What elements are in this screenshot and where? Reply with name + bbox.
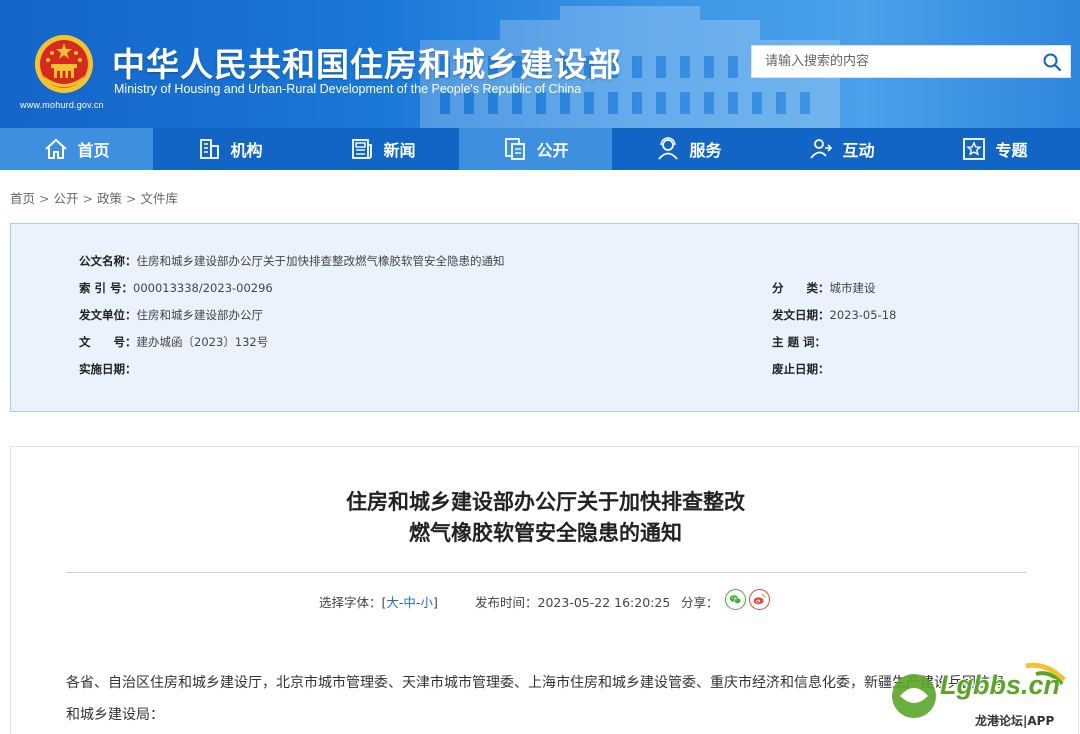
share-label: 分享：: [681, 595, 719, 610]
site-subtitle: Ministry of Housing and Urban-Rural Deve…: [114, 82, 582, 96]
nav-item-service[interactable]: 服务: [612, 128, 765, 170]
info-keywords: 主 题 词：: [772, 334, 826, 350]
nav-item-public[interactable]: 公开: [459, 128, 612, 170]
watermark-caption: 龙港论坛|APP: [975, 714, 1055, 728]
search-input[interactable]: [752, 46, 1032, 77]
info-value: 2023-05-18: [829, 308, 897, 322]
site-title[interactable]: 中华人民共和国住房和城乡建设部: [112, 38, 622, 86]
info-issuer: 发文单位：住房和城乡建设部办公厅: [79, 307, 263, 323]
font-size-label: 选择字体：[: [319, 595, 387, 610]
info-issue-date: 发文日期：2023-05-18: [772, 307, 896, 323]
divider: [66, 572, 1026, 573]
info-category: 分 类：城市建设: [772, 280, 876, 296]
nav-item-label: 首页: [77, 141, 110, 160]
info-label: 发文日期：: [772, 308, 830, 322]
breadcrumb-separator: >: [82, 191, 93, 206]
font-size-small-link[interactable]: 小: [420, 595, 433, 610]
nav-item-label: 机构: [230, 141, 263, 160]
info-value: 000013338/2023-00296: [133, 281, 273, 295]
main-nav: 首页 机构 新闻 公开 服务 互动 专题: [0, 128, 1080, 170]
nav-item-topics[interactable]: 专题: [918, 128, 1071, 170]
info-value: 城市建设: [829, 281, 876, 295]
article-title-line: 住房和城乡建设部办公厅关于加快排查整改: [346, 490, 745, 514]
info-index: 索 引 号：000013338/2023-00296: [79, 280, 273, 296]
nav-item-label: 服务: [689, 141, 722, 160]
info-value: 住房和城乡建设部办公厅: [136, 308, 264, 322]
info-label: 主 题 词：: [772, 335, 827, 349]
info-doc-number: 文 号：建办城函〔2023〕132号: [79, 334, 268, 350]
info-label: 发文单位：: [79, 308, 137, 322]
breadcrumb-public[interactable]: 公开: [54, 191, 79, 206]
info-label: 实施日期：: [79, 362, 137, 376]
info-label: 公文名称：: [79, 254, 137, 268]
news-icon: [352, 139, 373, 159]
wechat-share-icon[interactable]: [725, 589, 746, 610]
info-value: 建办城函〔2023〕132号: [136, 335, 269, 349]
info-label: 文 号：: [79, 335, 137, 349]
breadcrumb-policy[interactable]: 政策: [97, 191, 122, 206]
nav-item-home[interactable]: 首页: [0, 128, 153, 170]
publish-time-label: 发布时间：: [475, 595, 538, 610]
article-paragraph-line: 和城乡建设局：: [66, 707, 164, 723]
weibo-share-icon[interactable]: [749, 589, 770, 610]
article-title: 住房和城乡建设部办公厅关于加快排查整改 燃气橡胶软管安全隐患的通知: [11, 487, 1080, 549]
nav-item-label: 新闻: [383, 141, 416, 160]
interact-icon: [810, 139, 833, 159]
font-size-large-link[interactable]: 大: [386, 595, 399, 610]
service-icon: [658, 137, 679, 160]
building-icon: [200, 139, 220, 159]
breadcrumb-separator: >: [39, 191, 50, 206]
watermark-brand: Lgbbs.cn: [940, 670, 1060, 700]
font-size-bracket: ]: [432, 595, 438, 610]
breadcrumb-library[interactable]: 文件库: [141, 191, 179, 206]
info-label: 索 引 号：: [79, 281, 134, 295]
nav-item-label: 互动: [842, 141, 875, 160]
font-size-medium-link[interactable]: 中: [403, 595, 416, 610]
article-paragraph-line: 各省、自治区住房和城乡建设厅，北京市城市管理委、天津市城市管理委、上海市住房和城…: [66, 675, 1004, 691]
document-info-panel: 公文名称：住房和城乡建设部办公厅关于加快排查整改燃气橡胶软管安全隐患的通知 索 …: [10, 223, 1079, 412]
article-meta: 选择字体：[大-中-小] 发布时间：2023-05-22 16:20:25 分享…: [11, 589, 1080, 611]
article-body: 各省、自治区住房和城乡建设厅，北京市城市管理委、天津市城市管理委、上海市住房和城…: [66, 667, 1026, 731]
publish-time: 发布时间：2023-05-22 16:20:25: [475, 592, 670, 611]
nav-item-label: 专题: [995, 141, 1028, 160]
nav-item-label: 公开: [536, 141, 569, 160]
home-icon: [45, 138, 68, 159]
site-url: www.mohurd.gov.cn: [20, 100, 104, 110]
national-emblem-icon: [35, 35, 93, 93]
font-size-selector: 选择字体：[大-中-小]: [319, 592, 438, 611]
document-icon: [505, 138, 526, 160]
nav-item-news[interactable]: 新闻: [306, 128, 459, 170]
breadcrumb: 首页 > 公开 > 政策 > 文件库: [10, 188, 178, 207]
nav-item-organization[interactable]: 机构: [153, 128, 306, 170]
breadcrumb-home[interactable]: 首页: [10, 191, 35, 206]
search-box: [751, 45, 1071, 78]
article-title-line: 燃气橡胶软管安全隐患的通知: [409, 521, 682, 545]
site-header: www.mohurd.gov.cn 中华人民共和国住房和城乡建设部 Minist…: [0, 0, 1080, 128]
breadcrumb-separator: >: [126, 191, 137, 206]
info-label: 废止日期：: [772, 362, 830, 376]
info-expiry-date: 废止日期：: [772, 361, 830, 377]
publish-time-value: 2023-05-22 16:20:25: [537, 595, 671, 610]
star-icon: [963, 138, 986, 160]
search-icon[interactable]: [1042, 52, 1062, 72]
info-doc-name: 公文名称：住房和城乡建设部办公厅关于加快排查整改燃气橡胶软管安全隐患的通知: [79, 253, 505, 269]
nav-item-interact[interactable]: 互动: [765, 128, 918, 170]
info-label: 分 类：: [772, 281, 830, 295]
info-effective-date: 实施日期：: [79, 361, 137, 377]
info-value: 住房和城乡建设部办公厅关于加快排查整改燃气橡胶软管安全隐患的通知: [136, 254, 505, 268]
